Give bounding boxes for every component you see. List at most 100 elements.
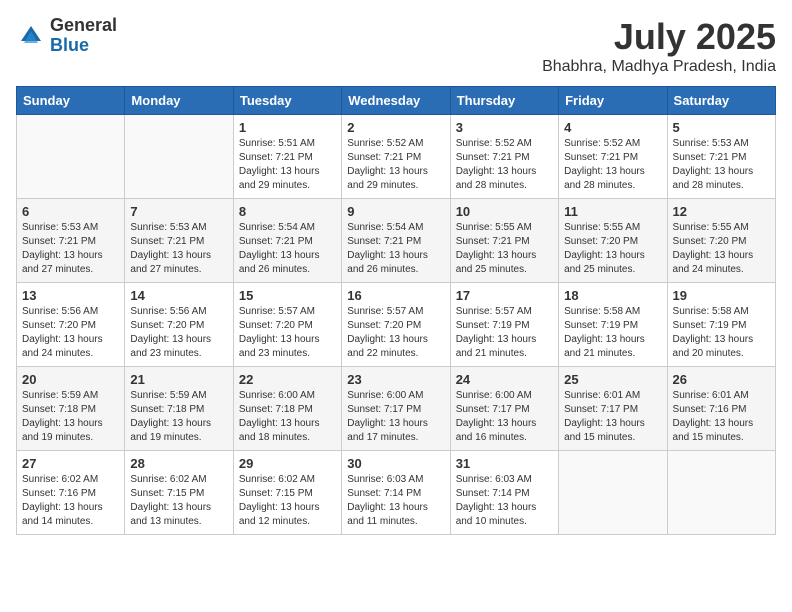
location-title: Bhabhra, Madhya Pradesh, India: [542, 58, 776, 76]
calendar-cell: 23Sunrise: 6:00 AM Sunset: 7:17 PM Dayli…: [342, 367, 450, 451]
day-number: 20: [22, 372, 119, 387]
calendar-cell: 31 Sunrise: 6:03 AM Sunset: 7:14 PM Dayli…: [450, 451, 558, 535]
day-header-monday: Monday: [125, 87, 233, 115]
calendar-cell: 11 Sunrise: 5:55 AM Sunset: 7:20 PM Dayli…: [559, 199, 667, 283]
day-info: Sunrise: 5:59 AM Sunset: 7:18 PM Dayligh…: [130, 389, 227, 445]
day-number: 24: [456, 372, 553, 387]
day-number: 29: [239, 456, 336, 471]
calendar-cell: 12 Sunrise: 5:55 AM Sunset: 7:20 PM Dayli…: [667, 199, 775, 283]
day-number: 11: [564, 204, 661, 219]
calendar-cell: 9Sunrise: 5:54 AM Sunset: 7:21 PM Daylig…: [342, 199, 450, 283]
day-info: Sunrise: 6:01 AM Sunset: 7:17 PM Dayligh…: [564, 389, 661, 445]
calendar-cell: 10 Sunrise: 5:55 AM Sunset: 7:21 PM Dayli…: [450, 199, 558, 283]
day-number: 15: [239, 288, 336, 303]
day-number: 17: [456, 288, 553, 303]
calendar-week-2: 6 Sunrise: 5:53 AM Sunset: 7:21 PM Daylig…: [17, 199, 776, 283]
day-info: Sunrise: 5:59 AM Sunset: 7:18 PM Dayligh…: [22, 389, 119, 445]
calendar-cell: 18Sunrise: 5:58 AM Sunset: 7:19 PM Dayli…: [559, 283, 667, 367]
day-header-saturday: Saturday: [667, 87, 775, 115]
day-number: 22: [239, 372, 336, 387]
day-info: Sunrise: 5:58 AM Sunset: 7:19 PM Dayligh…: [673, 305, 770, 361]
day-info: Sunrise: 5:56 AM Sunset: 7:20 PM Dayligh…: [130, 305, 227, 361]
calendar-cell: 8 Sunrise: 5:54 AM Sunset: 7:21 PM Daylig…: [233, 199, 341, 283]
calendar-cell: 24Sunrise: 6:00 AM Sunset: 7:17 PM Dayli…: [450, 367, 558, 451]
day-number: 13: [22, 288, 119, 303]
month-title: July 2025: [542, 16, 776, 58]
day-number: 12: [673, 204, 770, 219]
day-info: Sunrise: 5:52 AM Sunset: 7:21 PM Dayligh…: [564, 137, 661, 193]
day-info: Sunrise: 5:51 AM Sunset: 7:21 PM Dayligh…: [239, 137, 336, 193]
day-header-friday: Friday: [559, 87, 667, 115]
day-number: 19: [673, 288, 770, 303]
calendar-cell: 13 Sunrise: 5:56 AM Sunset: 7:20 PM Dayli…: [17, 283, 125, 367]
day-number: 4: [564, 120, 661, 135]
calendar-cell: 28Sunrise: 6:02 AM Sunset: 7:15 PM Dayli…: [125, 451, 233, 535]
calendar-week-1: 1Sunrise: 5:51 AM Sunset: 7:21 PM Daylig…: [17, 115, 776, 199]
calendar-cell: 6 Sunrise: 5:53 AM Sunset: 7:21 PM Daylig…: [17, 199, 125, 283]
day-number: 6: [22, 204, 119, 219]
calendar-cell: 22 Sunrise: 6:00 AM Sunset: 7:18 PM Dayli…: [233, 367, 341, 451]
day-number: 31: [456, 456, 553, 471]
day-info: Sunrise: 5:55 AM Sunset: 7:20 PM Dayligh…: [564, 221, 661, 277]
calendar-cell: [559, 451, 667, 535]
day-number: 7: [130, 204, 227, 219]
day-number: 14: [130, 288, 227, 303]
day-info: Sunrise: 6:00 AM Sunset: 7:18 PM Dayligh…: [239, 389, 336, 445]
day-info: Sunrise: 5:53 AM Sunset: 7:21 PM Dayligh…: [22, 221, 119, 277]
day-info: Sunrise: 5:54 AM Sunset: 7:21 PM Dayligh…: [239, 221, 336, 277]
day-number: 2: [347, 120, 444, 135]
day-number: 26: [673, 372, 770, 387]
calendar-cell: [667, 451, 775, 535]
day-number: 10: [456, 204, 553, 219]
day-header-sunday: Sunday: [17, 87, 125, 115]
logo-blue: Blue: [50, 36, 117, 56]
day-info: Sunrise: 6:02 AM Sunset: 7:16 PM Dayligh…: [22, 473, 119, 529]
calendar-cell: [17, 115, 125, 199]
calendar-cell: 17Sunrise: 5:57 AM Sunset: 7:19 PM Dayli…: [450, 283, 558, 367]
day-number: 3: [456, 120, 553, 135]
title-block: July 2025 Bhabhra, Madhya Pradesh, India: [542, 16, 776, 76]
day-number: 27: [22, 456, 119, 471]
day-number: 18: [564, 288, 661, 303]
calendar-week-5: 27 Sunrise: 6:02 AM Sunset: 7:16 PM Dayli…: [17, 451, 776, 535]
calendar-cell: 4 Sunrise: 5:52 AM Sunset: 7:21 PM Daylig…: [559, 115, 667, 199]
calendar-cell: 25 Sunrise: 6:01 AM Sunset: 7:17 PM Dayli…: [559, 367, 667, 451]
calendar-cell: 19 Sunrise: 5:58 AM Sunset: 7:19 PM Dayli…: [667, 283, 775, 367]
calendar-week-4: 20 Sunrise: 5:59 AM Sunset: 7:18 PM Dayli…: [17, 367, 776, 451]
calendar-week-3: 13 Sunrise: 5:56 AM Sunset: 7:20 PM Dayli…: [17, 283, 776, 367]
page-header: General Blue July 2025 Bhabhra, Madhya P…: [16, 16, 776, 76]
calendar-cell: 21Sunrise: 5:59 AM Sunset: 7:18 PM Dayli…: [125, 367, 233, 451]
day-number: 25: [564, 372, 661, 387]
day-info: Sunrise: 6:03 AM Sunset: 7:14 PM Dayligh…: [456, 473, 553, 529]
day-number: 30: [347, 456, 444, 471]
day-number: 16: [347, 288, 444, 303]
day-header-tuesday: Tuesday: [233, 87, 341, 115]
day-number: 23: [347, 372, 444, 387]
calendar-cell: 5Sunrise: 5:53 AM Sunset: 7:21 PM Daylig…: [667, 115, 775, 199]
calendar-cell: 15 Sunrise: 5:57 AM Sunset: 7:20 PM Dayli…: [233, 283, 341, 367]
day-info: Sunrise: 5:55 AM Sunset: 7:20 PM Dayligh…: [673, 221, 770, 277]
calendar-cell: 27 Sunrise: 6:02 AM Sunset: 7:16 PM Dayli…: [17, 451, 125, 535]
day-info: Sunrise: 5:56 AM Sunset: 7:20 PM Dayligh…: [22, 305, 119, 361]
day-number: 8: [239, 204, 336, 219]
calendar: SundayMondayTuesdayWednesdayThursdayFrid…: [16, 86, 776, 535]
day-number: 9: [347, 204, 444, 219]
day-info: Sunrise: 6:01 AM Sunset: 7:16 PM Dayligh…: [673, 389, 770, 445]
logo-text: General Blue: [50, 16, 117, 56]
day-info: Sunrise: 5:52 AM Sunset: 7:21 PM Dayligh…: [347, 137, 444, 193]
day-number: 5: [673, 120, 770, 135]
day-info: Sunrise: 5:57 AM Sunset: 7:20 PM Dayligh…: [239, 305, 336, 361]
day-info: Sunrise: 5:52 AM Sunset: 7:21 PM Dayligh…: [456, 137, 553, 193]
day-info: Sunrise: 5:57 AM Sunset: 7:20 PM Dayligh…: [347, 305, 444, 361]
day-info: Sunrise: 6:02 AM Sunset: 7:15 PM Dayligh…: [239, 473, 336, 529]
day-info: Sunrise: 6:03 AM Sunset: 7:14 PM Dayligh…: [347, 473, 444, 529]
calendar-cell: 3 Sunrise: 5:52 AM Sunset: 7:21 PM Daylig…: [450, 115, 558, 199]
day-header-wednesday: Wednesday: [342, 87, 450, 115]
calendar-cell: 26 Sunrise: 6:01 AM Sunset: 7:16 PM Dayli…: [667, 367, 775, 451]
day-info: Sunrise: 6:02 AM Sunset: 7:15 PM Dayligh…: [130, 473, 227, 529]
calendar-header-row: SundayMondayTuesdayWednesdayThursdayFrid…: [17, 87, 776, 115]
day-info: Sunrise: 5:53 AM Sunset: 7:21 PM Dayligh…: [130, 221, 227, 277]
calendar-cell: 7 Sunrise: 5:53 AM Sunset: 7:21 PM Daylig…: [125, 199, 233, 283]
day-info: Sunrise: 5:55 AM Sunset: 7:21 PM Dayligh…: [456, 221, 553, 277]
logo-icon: [16, 21, 46, 51]
